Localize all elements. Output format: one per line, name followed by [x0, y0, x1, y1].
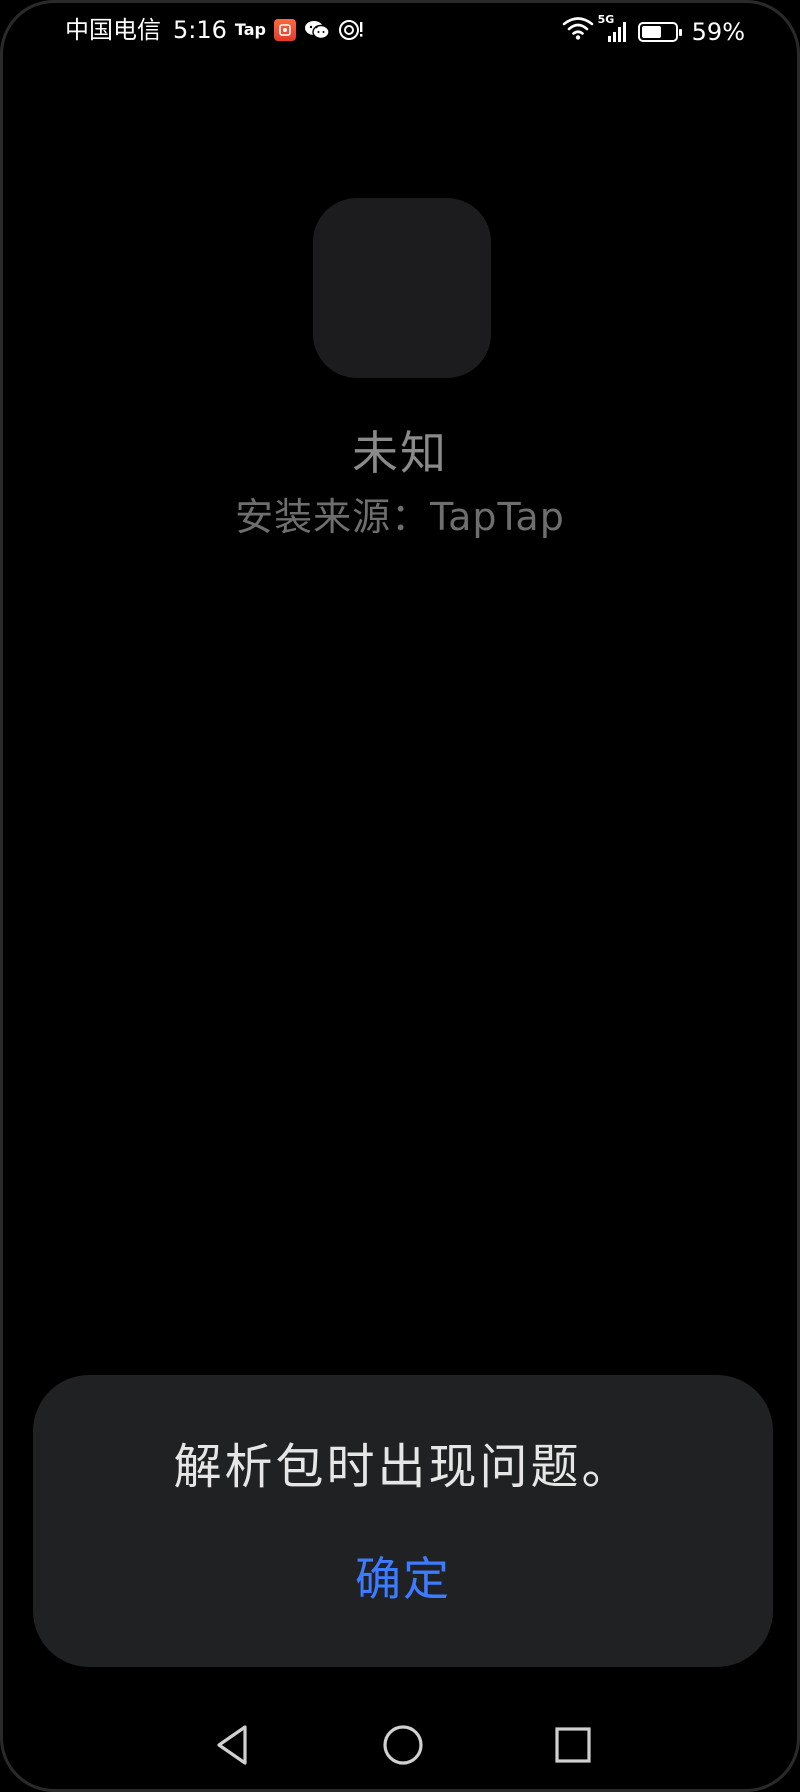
recent-apps-icon[interactable] — [543, 1715, 603, 1775]
app-icon-placeholder — [313, 198, 491, 378]
home-icon[interactable] — [373, 1715, 433, 1775]
wifi-icon — [562, 15, 594, 48]
carrier-label: 中国电信 — [65, 16, 161, 44]
status-bar-left: 中国电信 5:16 Tap — [65, 15, 364, 45]
back-icon[interactable] — [203, 1715, 263, 1775]
tap-app-icon: Tap — [234, 20, 267, 39]
battery-icon — [637, 21, 682, 42]
confirm-button[interactable]: 确定 — [293, 1543, 513, 1615]
app-name: 未知 — [352, 426, 448, 480]
dialog-message: 解析包时出现问题。 — [173, 1439, 633, 1495]
wechat-icon — [304, 19, 330, 41]
at-icon — [338, 19, 364, 41]
red-app-icon — [274, 19, 297, 41]
clock: 5:16 — [173, 16, 227, 44]
install-source-label: 安装来源：TapTap — [235, 495, 565, 539]
device-screen: 中国电信 5:16 Tap 5G 59% 未知 安装来源：TapTap 解析包时… — [0, 0, 800, 1792]
network-type-label: 5G — [597, 12, 615, 26]
battery-level-fill — [641, 25, 661, 38]
status-bar-right: 5G 59% — [562, 13, 745, 48]
error-dialog: 解析包时出现问题。 确定 — [33, 1375, 773, 1667]
navigation-bar — [3, 1715, 797, 1785]
cellular-signal-icon: 5G — [598, 13, 630, 44]
battery-percent: 59% — [691, 17, 745, 46]
status-bar: 中国电信 5:16 Tap 5G 59% — [3, 3, 797, 59]
